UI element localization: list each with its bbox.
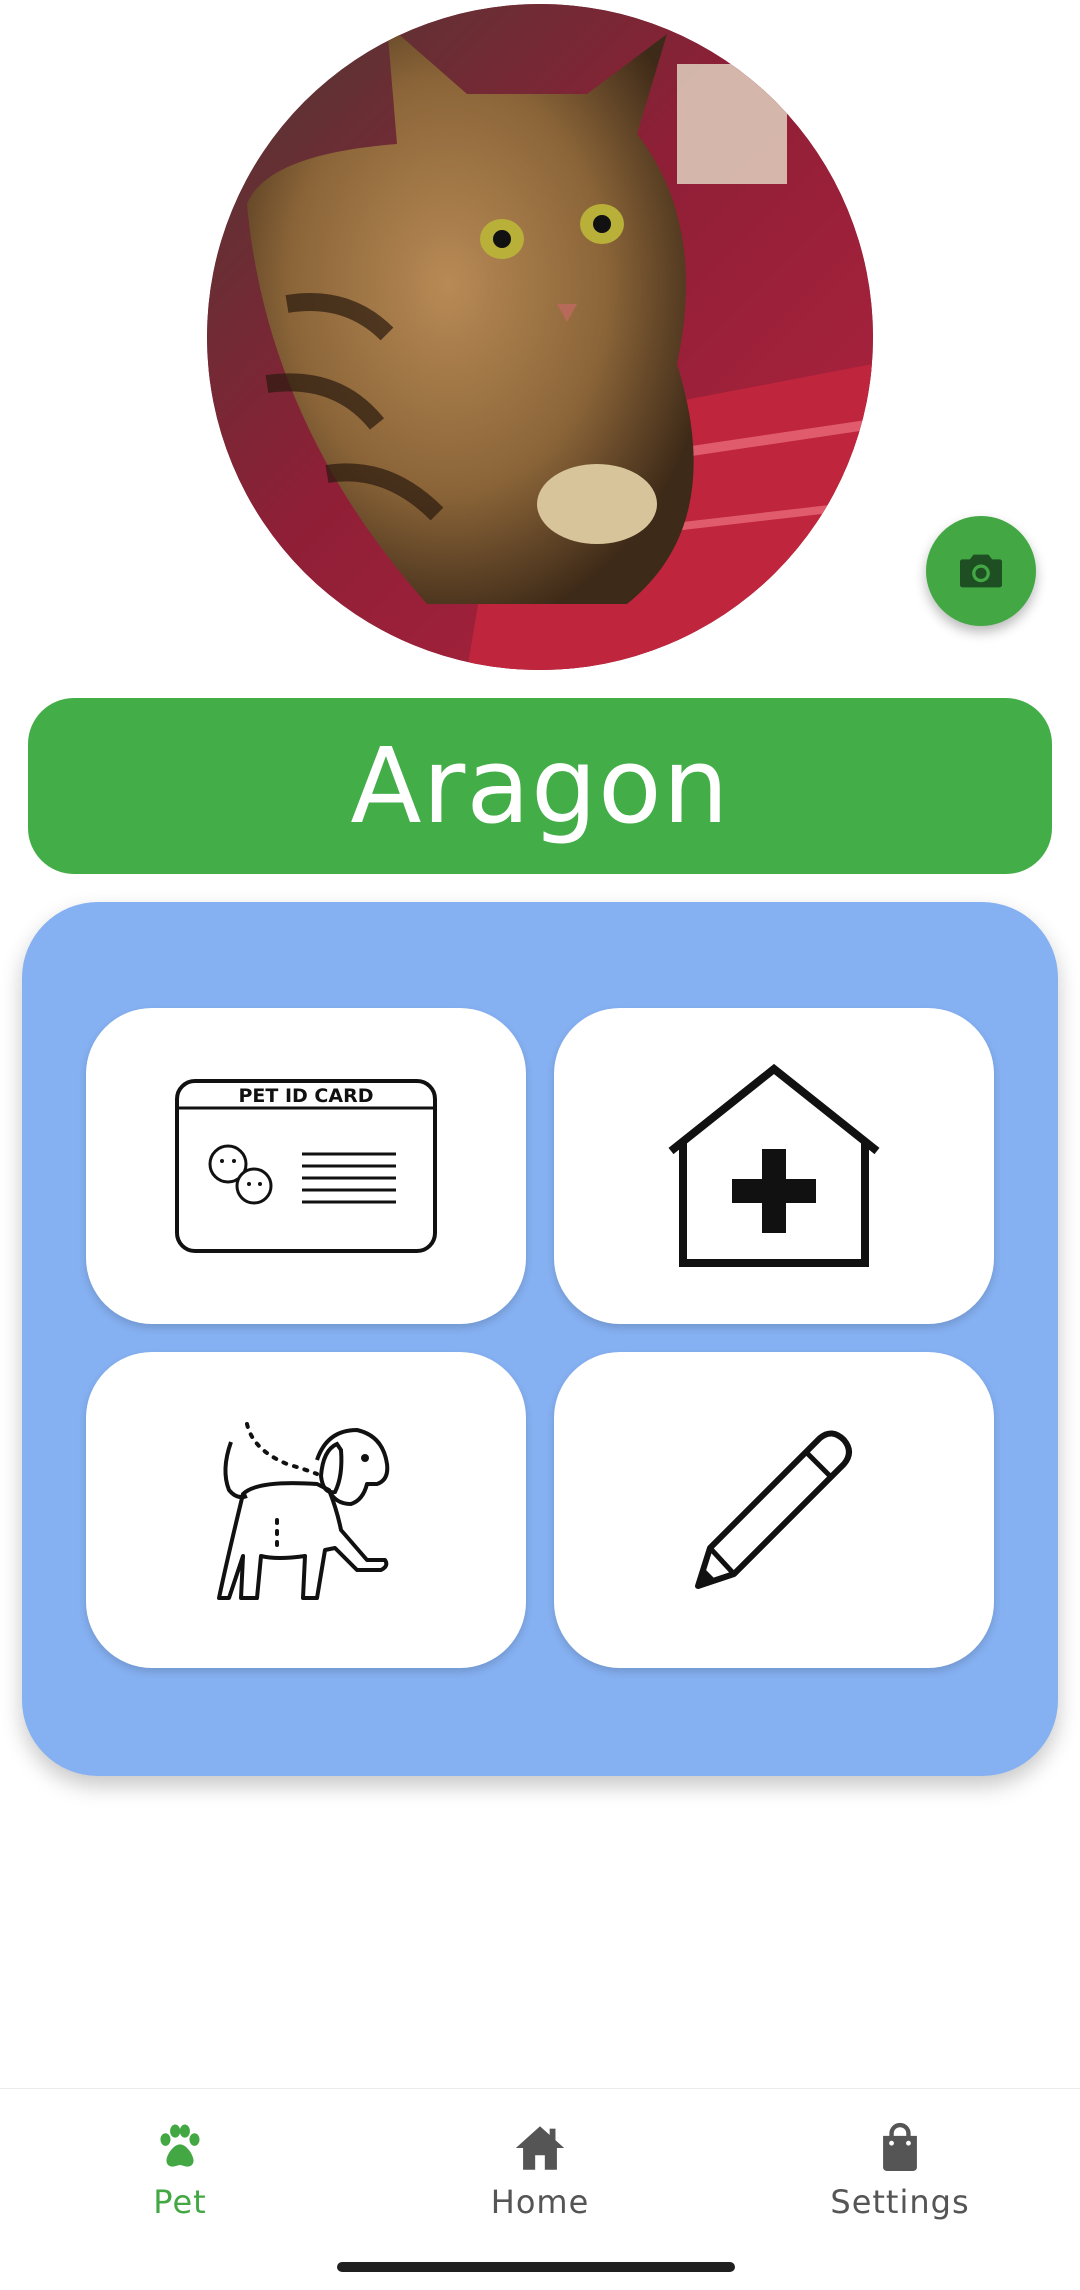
pet-name: Aragon [350, 725, 730, 847]
nav-tab-settings[interactable]: Settings [780, 2119, 1020, 2229]
pet-id-card-icon: PET ID CARD [175, 1079, 437, 1253]
change-photo-button[interactable] [926, 516, 1036, 626]
nav-tab-home[interactable]: Home [420, 2119, 660, 2229]
pet-actions-panel: PET ID CARD [22, 902, 1058, 1776]
nav-tab-pet[interactable]: Pet [60, 2119, 300, 2229]
dog-walk-icon [217, 1422, 390, 1600]
bottom-navigation: Pet Home Settings [0, 2088, 1080, 2290]
nav-tab-pet-label: Pet [153, 2183, 207, 2221]
pencil-edit-icon [695, 1430, 852, 1589]
pet-id-card-button[interactable]: PET ID CARD [86, 1008, 526, 1324]
edit-pet-button[interactable] [554, 1352, 994, 1668]
dog-walk-button[interactable] [86, 1352, 526, 1668]
home-icon [515, 2126, 565, 2170]
nav-tab-home-label: Home [490, 2183, 590, 2221]
pet-id-card-text: PET ID CARD [239, 1085, 374, 1107]
cat-photo-image [207, 4, 873, 670]
vet-clinic-icon [668, 1063, 880, 1267]
camera-icon [960, 554, 1002, 588]
home-indicator [337, 2262, 735, 2272]
vet-clinic-button[interactable] [554, 1008, 994, 1324]
pet-name-banner: Aragon [28, 698, 1052, 874]
pet-photo [207, 4, 873, 670]
shopping-bag-icon [883, 2122, 917, 2171]
paw-icon [160, 2124, 200, 2167]
nav-tab-settings-label: Settings [830, 2183, 970, 2221]
